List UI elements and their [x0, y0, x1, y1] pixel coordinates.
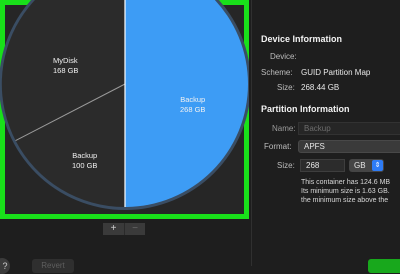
slice-name: MyDisk	[53, 56, 78, 65]
size-unit-value: GB	[354, 161, 366, 170]
partition-size-field[interactable]: 268	[300, 159, 345, 172]
description-line-2: Its minimum size is 1.63 GB.	[301, 188, 390, 195]
revert-button[interactable]: Revert	[32, 259, 74, 273]
slice-size: 268 GB	[180, 105, 206, 114]
slice-size: 168 GB	[53, 66, 79, 75]
slice-size: 100 GB	[72, 161, 98, 170]
partition-name-label: Name:	[272, 124, 296, 133]
add-partition-button[interactable]: +	[103, 223, 124, 235]
device-size-value: 268.44 GB	[301, 83, 340, 92]
description-line-1: This container has 124.6 MB	[301, 179, 391, 186]
remove-partition-button[interactable]: −	[124, 223, 145, 235]
format-popup-value: APFS	[304, 142, 325, 151]
slice-label-backup-small: Backup 100 GB	[72, 151, 97, 171]
panel-divider	[251, 0, 252, 266]
scheme-label: Scheme:	[261, 68, 293, 77]
help-button[interactable]: ?	[0, 258, 10, 274]
partition-info-title: Partition Information	[261, 104, 350, 114]
chevron-updown-icon: ⇕	[372, 160, 383, 171]
partition-size-label: Size:	[277, 161, 295, 170]
partition-pie-chart[interactable]	[0, 0, 249, 219]
device-size-label: Size:	[277, 83, 295, 92]
scheme-value: GUID Partition Map	[301, 68, 371, 77]
slice-name: Backup	[72, 151, 98, 160]
partition-add-remove-group: + −	[103, 223, 145, 235]
size-unit-popup[interactable]: GB ⇕	[349, 159, 384, 172]
slice-name: Backup	[180, 95, 206, 104]
device-info-title: Device Information	[261, 34, 343, 44]
device-label: Device:	[270, 52, 297, 61]
slice-label-backup-large: Backup 268 GB	[180, 95, 205, 115]
format-label: Format:	[264, 142, 292, 151]
format-popup[interactable]: APFS	[298, 140, 400, 153]
apply-button[interactable]	[368, 259, 400, 273]
partition-name-field[interactable]: Backup	[298, 122, 400, 135]
slice-label-mydisk: MyDisk 168 GB	[53, 56, 78, 76]
description-line-3: the minimum size above the	[301, 197, 389, 204]
